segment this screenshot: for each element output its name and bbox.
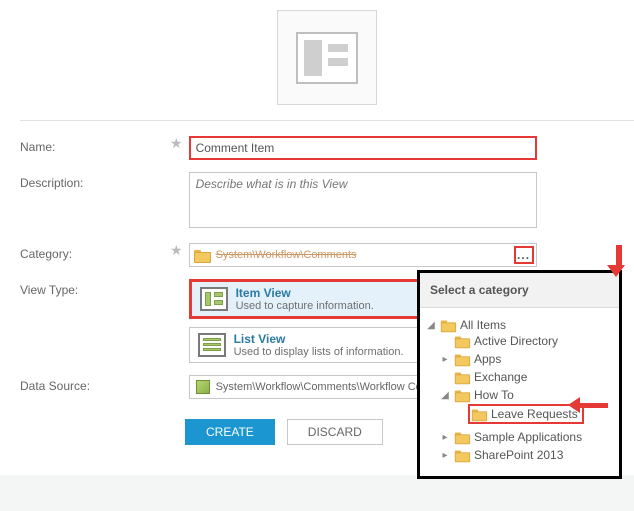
tree-node[interactable]: ▸ Apps <box>440 352 615 366</box>
label-viewtype: View Type: <box>20 279 170 297</box>
tree-node[interactable]: ▸ Sample Applications <box>440 430 615 444</box>
folder-icon <box>441 319 455 331</box>
category-value: System\Workflow\Comments <box>216 249 508 261</box>
folder-icon <box>455 371 469 383</box>
popup-title: Select a category <box>420 273 619 308</box>
viewtype-item-title: Item View <box>236 286 374 300</box>
annotation-arrow-left-icon <box>568 397 608 413</box>
collapse-icon[interactable]: ◢ <box>440 390 450 401</box>
viewtype-item-sub: Used to capture information. <box>236 300 374 312</box>
folder-icon <box>455 335 469 347</box>
tree-label: Sample Applications <box>474 430 582 444</box>
smartobject-icon <box>196 380 210 394</box>
expand-icon[interactable]: ▸ <box>440 432 450 443</box>
view-thumbnail <box>20 10 634 115</box>
viewtype-list-sub: Used to display lists of information. <box>234 346 404 358</box>
name-input[interactable] <box>189 136 537 160</box>
tree-label: Exchange <box>474 370 527 384</box>
tree-label: Leave Requests <box>491 407 578 421</box>
tree-node-all-items[interactable]: ◢ All Items <box>426 318 615 332</box>
datasource-value: System\Workflow\Comments\Workflow Co <box>216 381 422 393</box>
required-star-icon: ★ <box>170 243 183 257</box>
expand-icon[interactable]: ▸ <box>440 354 450 365</box>
category-tree: ◢ All Items ▸ Active Directory ▸ Apps <box>420 308 619 476</box>
folder-icon <box>455 353 469 365</box>
folder-icon <box>472 408 486 420</box>
discard-button[interactable]: DISCARD <box>287 419 383 445</box>
label-datasource: Data Source: <box>20 375 170 393</box>
folder-icon <box>455 431 469 443</box>
folder-icon <box>455 449 469 461</box>
viewtype-list-title: List View <box>234 332 404 346</box>
category-field[interactable]: System\Workflow\Comments ... <box>189 243 537 267</box>
tree-node[interactable]: ▸ SharePoint 2013 <box>440 448 615 462</box>
tree-label: Apps <box>474 352 501 366</box>
label-description: Description: <box>20 172 170 190</box>
create-button[interactable]: CREATE <box>185 419 275 445</box>
item-view-icon <box>200 287 228 311</box>
required-star-icon: ★ <box>170 136 183 150</box>
label-name: Name: <box>20 136 170 154</box>
category-browse-button[interactable]: ... <box>514 246 534 264</box>
label-category: Category: <box>20 243 170 261</box>
category-picker-popup: Select a category ◢ All Items ▸ Active D… <box>417 270 622 479</box>
collapse-icon[interactable]: ◢ <box>426 320 436 331</box>
list-view-icon <box>198 333 226 357</box>
tree-node[interactable]: ▸ Exchange <box>440 370 615 384</box>
tree-label: All Items <box>460 318 506 332</box>
folder-icon <box>455 389 469 401</box>
tree-node[interactable]: ▸ Active Directory <box>440 334 615 348</box>
annotation-arrow-down-icon <box>613 245 625 277</box>
tree-label: SharePoint 2013 <box>474 448 563 462</box>
description-input[interactable] <box>189 172 537 228</box>
expand-icon[interactable]: ▸ <box>440 450 450 461</box>
tree-label: Active Directory <box>474 334 558 348</box>
folder-icon <box>194 249 210 262</box>
tree-label: How To <box>474 388 514 402</box>
